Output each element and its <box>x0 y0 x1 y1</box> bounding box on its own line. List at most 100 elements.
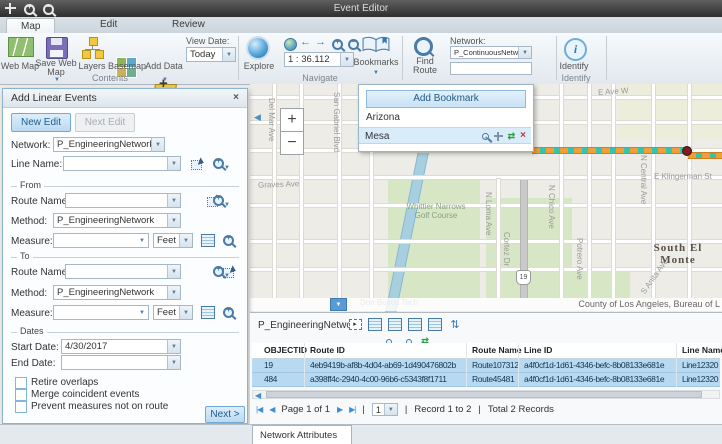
save-web-map-button[interactable] <box>46 37 68 59</box>
chevron-down-icon[interactable]: ▼ <box>167 194 180 207</box>
choose-measure-icon[interactable] <box>201 234 215 247</box>
col-objectid[interactable]: OBJECTID <box>264 343 307 358</box>
group-divider <box>402 36 403 80</box>
prev-page-icon[interactable]: ◀ <box>269 405 274 414</box>
from-measure-field[interactable]: ▼ <box>53 233 149 248</box>
scale-select[interactable]: 1 : 36.112▼ <box>284 52 354 67</box>
chevron-down-icon[interactable]: ▼ <box>222 48 235 61</box>
web-map-button[interactable] <box>8 37 34 57</box>
last-page-icon[interactable]: ▶| <box>349 405 355 414</box>
zoom-to-measure-icon[interactable]: + <box>223 307 234 321</box>
chevron-down-icon[interactable]: ▼ <box>179 306 192 319</box>
zoom-in-icon[interactable]: + <box>24 4 36 16</box>
chevron-down-icon[interactable]: ▼ <box>167 157 180 170</box>
map-zoom-in-button[interactable]: + <box>280 108 304 132</box>
delete-bookmark-icon[interactable]: × <box>520 131 526 141</box>
start-date-field[interactable]: 4/30/2017▼ <box>61 339 181 354</box>
to-measure-field[interactable]: ▼ <box>53 305 149 320</box>
chevron-down-icon[interactable]: ▼ <box>167 286 180 299</box>
add-data-dropdown-icon[interactable]: ▼ <box>162 77 168 83</box>
col-line-name[interactable]: Line Name <box>682 343 722 358</box>
from-method-field[interactable]: P_EngineeringNetwork▼ <box>53 213 181 228</box>
chevron-down-icon[interactable]: ▼ <box>167 214 180 227</box>
add-bookmark-button[interactable]: Add Bookmark <box>366 90 526 108</box>
scroll-left-icon[interactable]: ◀ <box>255 391 260 400</box>
zoom-out-map-icon[interactable]: − <box>348 39 359 53</box>
collapse-panel-icon[interactable]: ◀ <box>254 112 261 123</box>
zoom-in-map-icon[interactable]: + <box>332 39 343 53</box>
next-button[interactable]: Next > <box>205 406 245 423</box>
network-select[interactable]: P_ContinuousNetwork▼ <box>450 46 532 59</box>
globe-icon[interactable] <box>284 38 297 51</box>
scrollbar-thumb[interactable] <box>266 391 702 398</box>
close-panel-icon[interactable]: × <box>233 92 239 103</box>
tab-network-attributes[interactable]: Network Attributes × <box>252 425 352 444</box>
page-number-select[interactable]: 1▼ <box>372 403 398 416</box>
route-input[interactable] <box>450 62 532 75</box>
collapse-table-button[interactable]: ▼ <box>330 298 347 311</box>
col-route-name[interactable]: Route Name <box>472 343 522 358</box>
next-page-icon[interactable]: ▶ <box>337 405 342 414</box>
col-line-id[interactable]: Line ID <box>524 343 552 358</box>
zoom-menu-icon[interactable]: +▼ <box>213 158 230 172</box>
to-route-name-field[interactable]: ▼ <box>65 264 181 279</box>
zoom-to-measure-icon[interactable]: + <box>223 235 234 249</box>
to-measure-unit-select[interactable]: Feet▼ <box>153 305 193 320</box>
chevron-down-icon[interactable]: ▼ <box>167 340 180 353</box>
bookmark-item-arizona[interactable]: Arizona <box>360 109 530 126</box>
map-zoom-out-button[interactable]: − <box>280 131 304 155</box>
pan-to-selected-icon[interactable] <box>408 318 422 331</box>
column-divider <box>304 343 305 387</box>
zoom-menu-icon[interactable]: +▼ <box>213 195 230 209</box>
choose-measure-icon[interactable] <box>201 306 215 319</box>
from-measure-unit-select[interactable]: Feet▼ <box>153 233 193 248</box>
chevron-down-icon[interactable]: ▼ <box>167 265 180 278</box>
forward-arrow-icon[interactable]: → <box>315 36 326 48</box>
identify-button[interactable]: i <box>564 38 587 61</box>
bookmarks-button[interactable] <box>362 36 390 57</box>
prevent-measures-checkbox[interactable] <box>15 401 27 413</box>
network-field[interactable]: P_EngineeringNetwork▼ <box>53 137 165 152</box>
chevron-down-icon[interactable]: ▼ <box>179 234 192 247</box>
tab-review[interactable]: Review <box>158 17 219 33</box>
save-dropdown-icon[interactable]: ▼ <box>54 77 60 83</box>
first-page-icon[interactable]: |◀ <box>256 405 262 414</box>
layers-button[interactable] <box>82 37 104 57</box>
chevron-down-icon[interactable]: ▼ <box>518 47 531 58</box>
ribbon-tab-bar: Map Edit Review <box>0 17 722 34</box>
merge-coincident-checkbox[interactable] <box>15 389 27 401</box>
update-bookmark-icon[interactable]: ⇄ <box>508 132 516 141</box>
view-date-select[interactable]: Today▼ <box>186 47 236 62</box>
to-method-field[interactable]: P_EngineeringNetwork▼ <box>53 285 181 300</box>
explore-button[interactable] <box>248 38 268 58</box>
select-on-map-icon[interactable] <box>191 158 204 169</box>
line-name-field[interactable]: ▼ <box>63 156 181 171</box>
zoom-to-selected-icon[interactable] <box>388 318 402 331</box>
chevron-down-icon[interactable]: ▼ <box>384 404 397 415</box>
map-attribution: County of Los Angeles, Bureau of L <box>250 298 722 311</box>
zoom-menu-icon[interactable]: +▼ <box>213 266 230 280</box>
bookmarks-dropdown-icon[interactable]: ▼ <box>373 70 379 76</box>
select-records-icon[interactable]: ▸ <box>348 318 362 331</box>
col-route-id[interactable]: Route ID <box>310 343 345 358</box>
new-edit-button[interactable]: New Edit <box>11 113 71 132</box>
zoom-out-icon[interactable]: − <box>43 4 55 16</box>
switch-selection-icon[interactable]: ⇄ <box>428 318 442 331</box>
table-hscrollbar[interactable]: ◀ <box>252 390 720 399</box>
chevron-down-icon[interactable]: ▼ <box>151 138 164 151</box>
bookmark-item-mesa[interactable]: Mesa + ⇄ × <box>359 127 531 144</box>
table-row[interactable]: 19 4eb9419b-af8b-4d04-ab69-1d490476802b … <box>252 359 720 373</box>
back-arrow-icon[interactable]: ← <box>300 36 311 48</box>
from-route-name-field[interactable]: ▼ <box>65 193 181 208</box>
tab-edit[interactable]: Edit <box>86 17 131 33</box>
zoom-to-bookmark-icon[interactable]: + <box>482 133 489 140</box>
pan-icon[interactable] <box>5 3 17 15</box>
table-row[interactable]: 484 a398ff4c-2940-4c00-96b6-c5343f8f1711… <box>252 373 720 387</box>
end-date-field[interactable]: ▼ <box>61 355 181 370</box>
next-edit-button[interactable]: Next Edit <box>75 113 135 132</box>
sort-icon[interactable]: ⇅ <box>448 318 462 331</box>
chevron-down-icon[interactable]: ▼ <box>167 356 180 369</box>
pan-to-bookmark-icon[interactable] <box>494 132 503 141</box>
table-grid-icon[interactable] <box>368 318 382 331</box>
retire-overlaps-checkbox[interactable] <box>15 377 27 389</box>
